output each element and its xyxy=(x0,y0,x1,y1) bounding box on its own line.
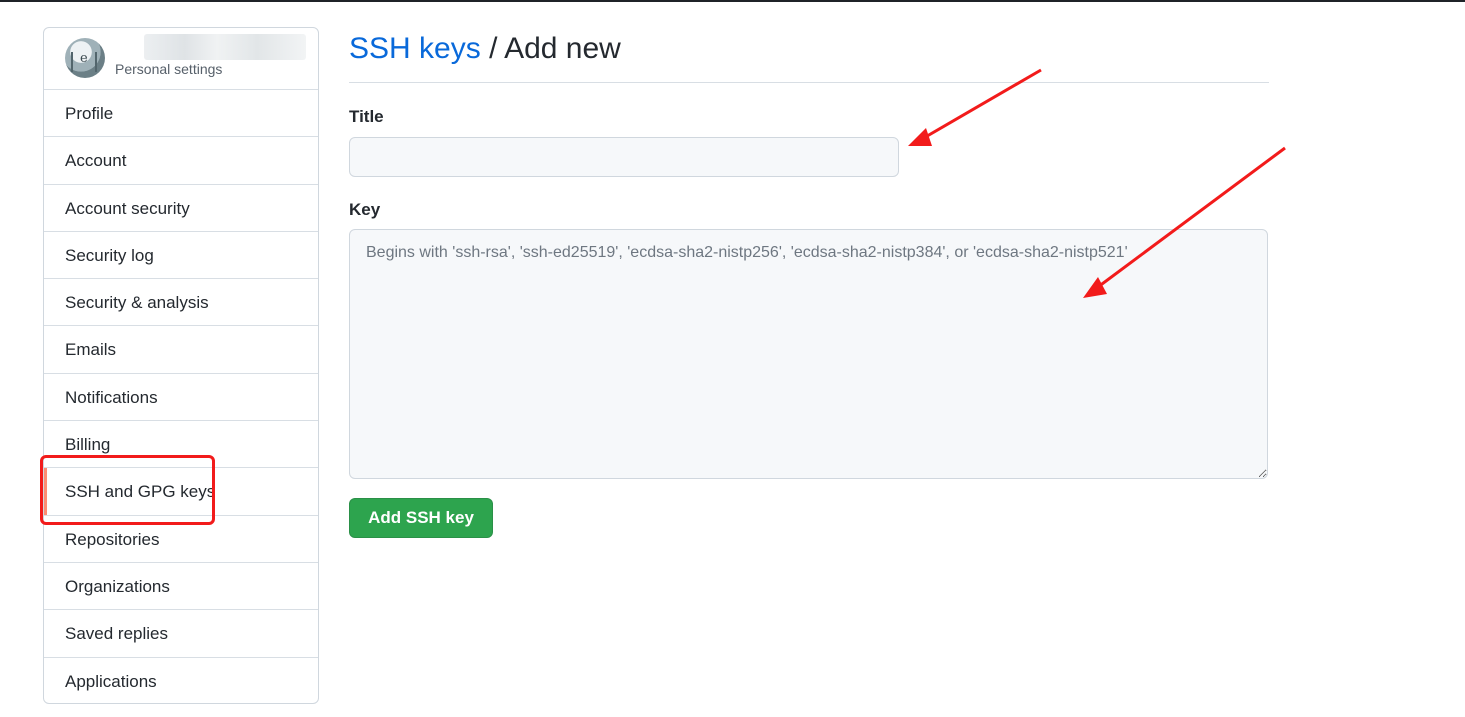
top-border xyxy=(0,0,1465,2)
title-input[interactable] xyxy=(349,137,899,177)
sidebar-header: e Personal settings xyxy=(44,28,318,90)
sidebar-item-security-analysis[interactable]: Security & analysis xyxy=(44,279,318,327)
page-title-text: Add new xyxy=(504,32,621,65)
sidebar-item-applications[interactable]: Applications xyxy=(44,658,318,703)
breadcrumb-separator: / xyxy=(489,32,498,65)
title-label: Title xyxy=(349,107,384,126)
sidebar-item-security-log[interactable]: Security log xyxy=(44,232,318,280)
key-label: Key xyxy=(349,200,381,219)
username-redacted xyxy=(144,34,306,60)
sidebar-item-account-security[interactable]: Account security xyxy=(44,185,318,232)
key-textarea[interactable] xyxy=(349,229,1268,479)
breadcrumb-ssh-keys-link[interactable]: SSH keys xyxy=(349,32,481,65)
sidebar-item-billing[interactable]: Billing xyxy=(44,421,318,469)
personal-settings-label: Personal settings xyxy=(115,61,223,77)
settings-sidebar: e Personal settings Profile Account Acco… xyxy=(43,27,319,704)
add-ssh-key-button[interactable]: Add SSH key xyxy=(349,498,493,538)
sidebar-item-organizations[interactable]: Organizations xyxy=(44,563,318,611)
sidebar-item-notifications[interactable]: Notifications xyxy=(44,374,318,422)
sidebar-item-repositories[interactable]: Repositories xyxy=(44,516,318,563)
page-title: SSH keys / Add new xyxy=(349,32,621,66)
avatar[interactable]: e xyxy=(65,38,105,78)
sidebar-item-emails[interactable]: Emails xyxy=(44,326,318,374)
title-divider xyxy=(349,82,1269,83)
sidebar-item-saved-replies[interactable]: Saved replies xyxy=(44,610,318,658)
sidebar-item-profile[interactable]: Profile xyxy=(44,90,318,138)
sidebar-item-ssh-gpg-keys[interactable]: SSH and GPG keys xyxy=(44,468,318,516)
sidebar-item-account[interactable]: Account xyxy=(44,137,318,185)
